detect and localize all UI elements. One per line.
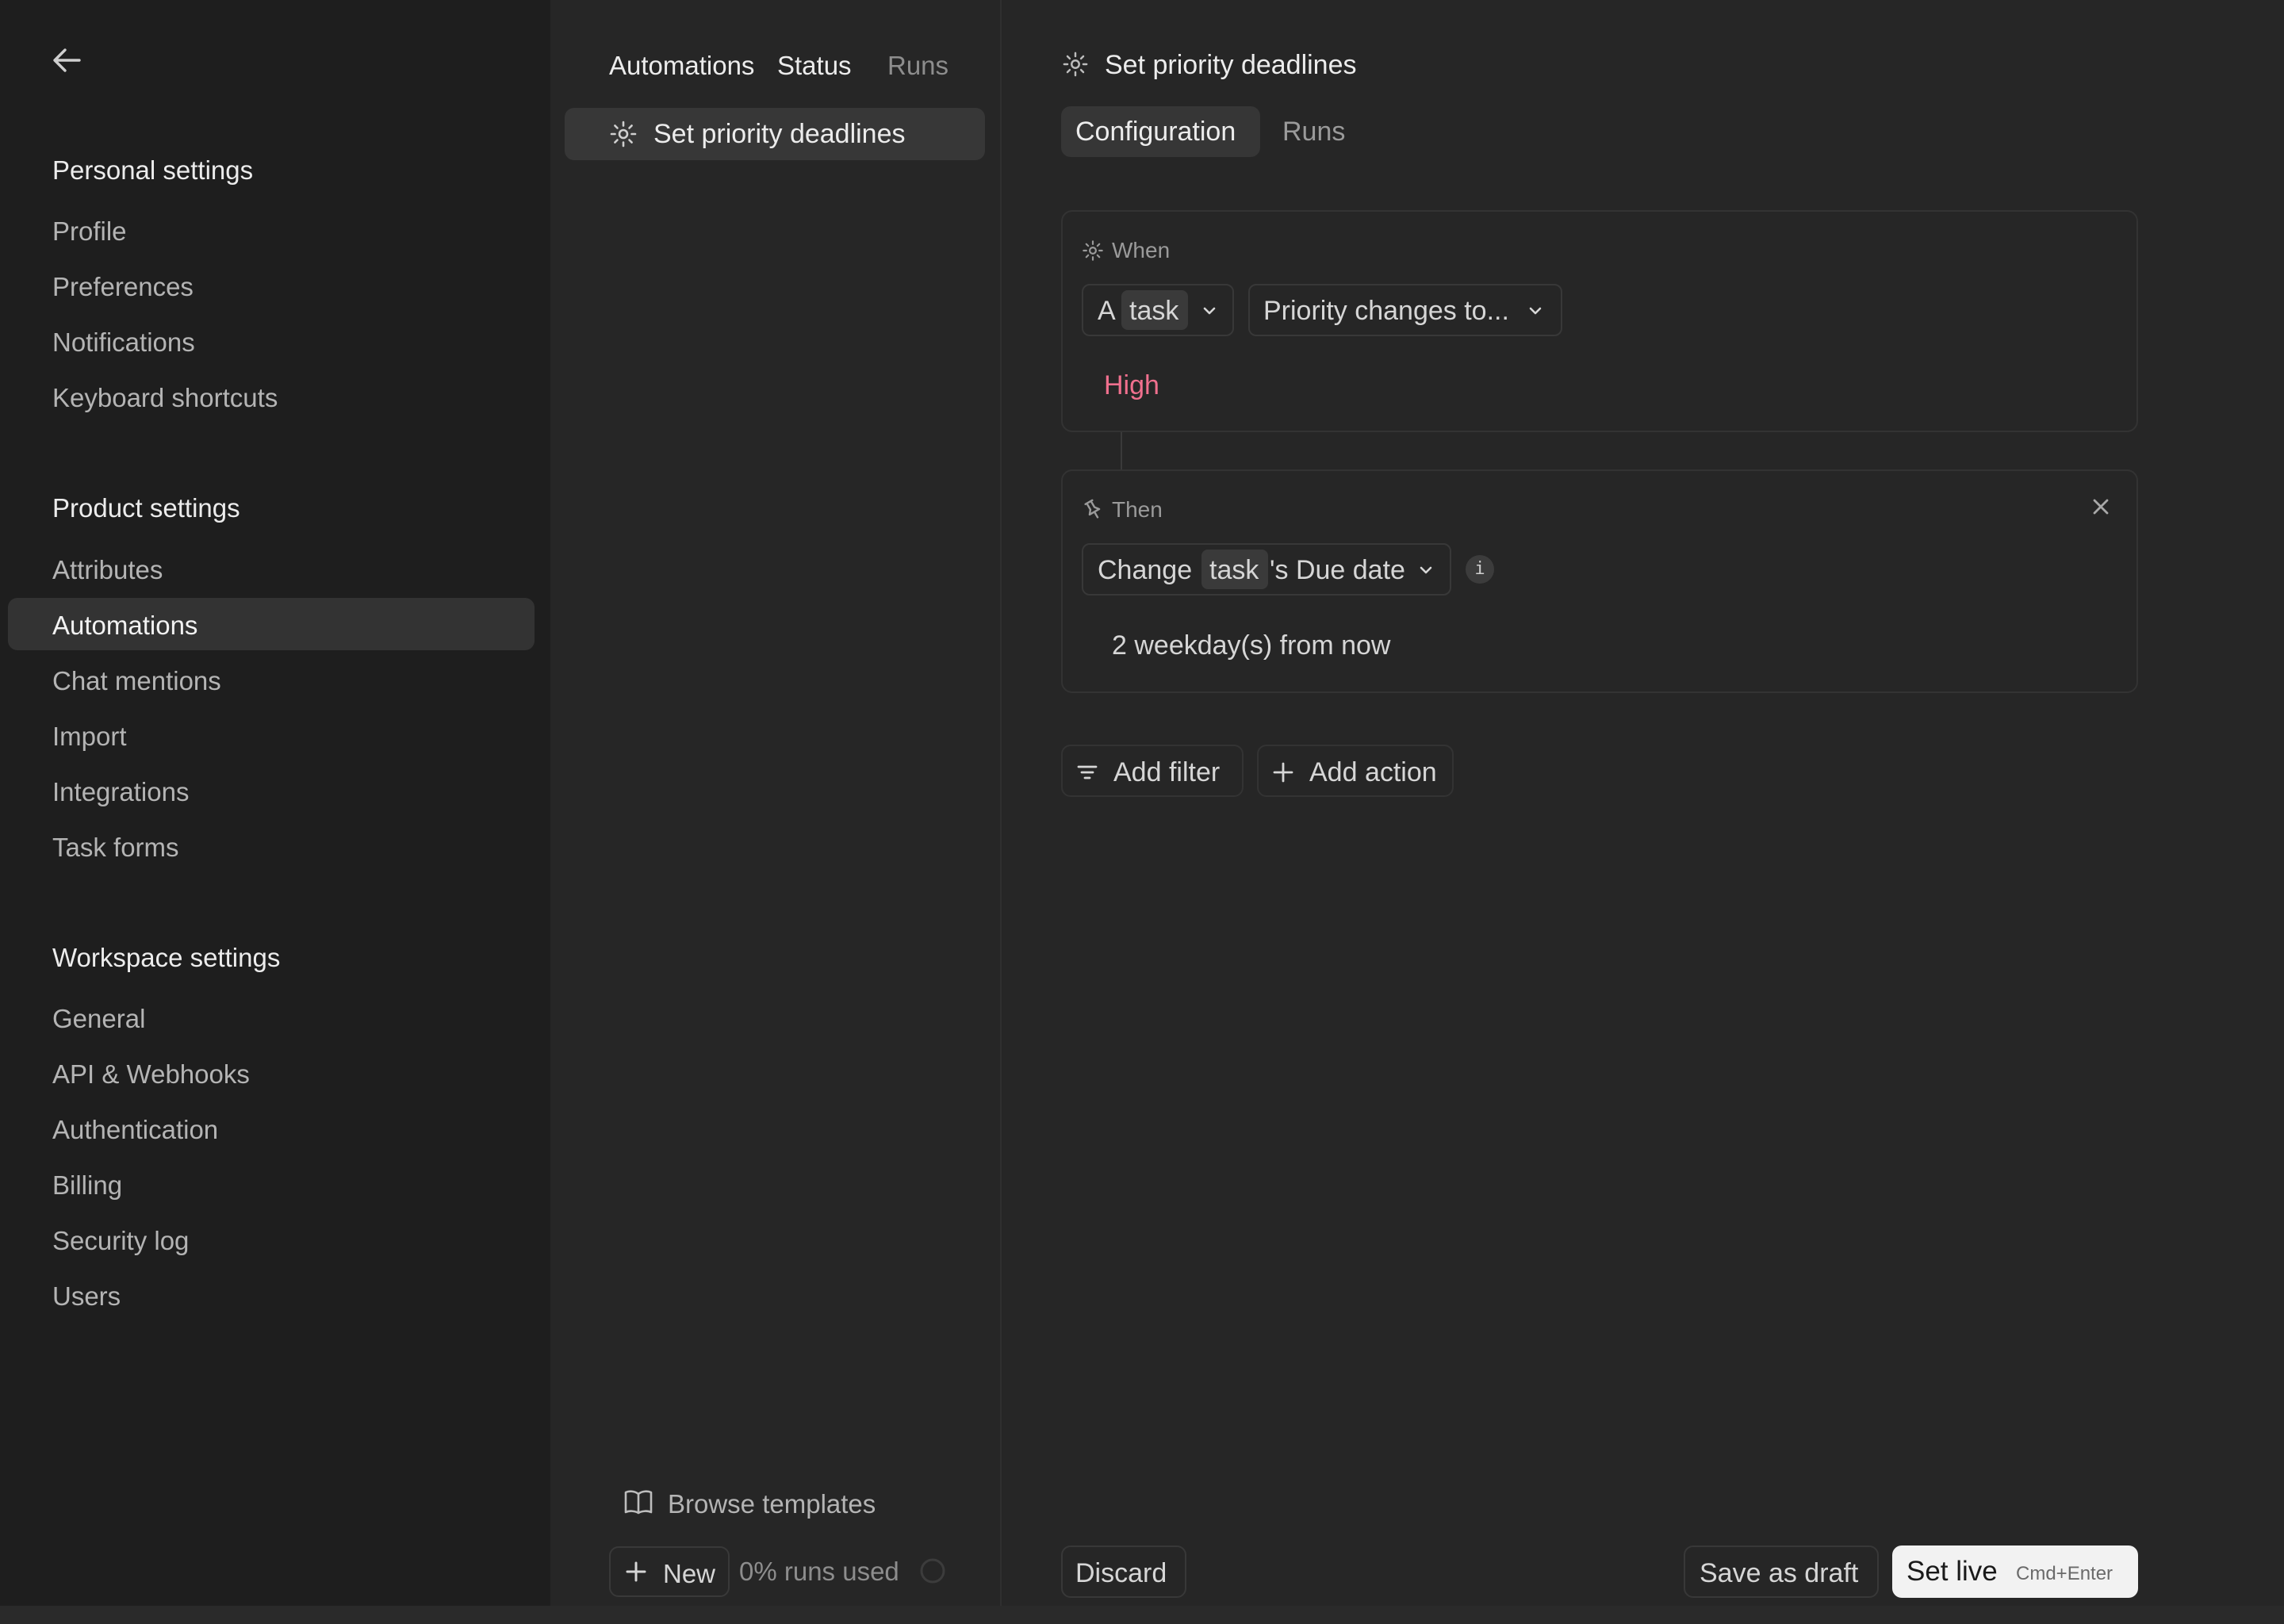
sidebar-item-attributes[interactable]: Attributes [52,555,163,585]
runs-used-text: 0% runs used [739,1557,899,1586]
sidebar-item-notifications[interactable]: Notifications [52,327,195,358]
trigger-subject-prefix: A [1098,296,1116,326]
tab-configuration-label: Configuration [1075,117,1236,147]
then-label: Then [1112,497,1163,522]
sidebar-item-automations[interactable]: Automations [52,611,197,641]
tab-runs-list[interactable]: Runs [887,51,948,81]
sidebar-item-users[interactable]: Users [52,1281,121,1312]
section-heading-personal: Personal settings [52,155,254,185]
filter-icon [1075,760,1099,784]
info-icon[interactable]: i [1466,555,1494,584]
sidebar-item-security-log[interactable]: Security log [52,1226,189,1256]
tab-automations[interactable]: Automations [609,51,754,81]
browse-templates-link[interactable]: Browse templates [668,1489,876,1519]
tab-runs[interactable]: Runs [1282,117,1345,147]
trigger-condition-label: Priority changes to... [1263,296,1509,326]
section-heading-workspace: Workspace settings [52,943,281,972]
chevron-down-icon [1201,302,1218,320]
when-label: When [1112,238,1171,262]
sidebar-item-integrations[interactable]: Integrations [52,777,189,807]
sidebar-item-general[interactable]: General [52,1004,145,1034]
step-connector [1121,432,1122,469]
chevron-down-icon [1417,561,1435,579]
add-action-label: Add action [1309,757,1437,787]
sun-icon [1062,51,1089,78]
set-live-shortcut: Cmd+Enter [2016,1563,2113,1584]
action-chip-label: task [1209,555,1259,585]
action-suffix: 's Due date [1270,555,1405,585]
discard-button[interactable]: Discard [1061,1545,1186,1598]
trigger-value-high[interactable]: High [1104,370,1159,401]
back-arrow-icon[interactable] [51,46,82,75]
sidebar-item-billing[interactable]: Billing [52,1170,122,1201]
chevron-down-icon [1527,302,1544,320]
add-action-button[interactable]: Add action [1257,745,1454,797]
automation-title: Set priority deadlines [1105,50,1357,80]
save-as-draft-button[interactable]: Save as draft [1684,1545,1879,1598]
automation-list-item-label: Set priority deadlines [653,119,906,149]
sidebar-item-authentication[interactable]: Authentication [52,1115,218,1145]
action-value[interactable]: 2 weekday(s) from now [1112,630,1390,661]
sidebar-item-keyboard-shortcuts[interactable]: Keyboard shortcuts [52,383,278,413]
plus-icon [625,1561,647,1583]
bottom-strip [0,1606,2284,1624]
sidebar-item-import[interactable]: Import [52,722,127,752]
action-prefix: Change [1098,555,1193,585]
discard-label: Discard [1075,1558,1167,1588]
sidebar-item-preferences[interactable]: Preferences [52,272,194,302]
save-as-draft-label: Save as draft [1700,1558,1859,1588]
set-live-button[interactable]: Set live Cmd+Enter [1892,1545,2138,1598]
sun-icon [609,120,638,148]
info-icon-glyph: i [1474,559,1485,579]
add-filter-button[interactable]: Add filter [1061,745,1244,797]
trigger-subject-chip-label: task [1129,296,1179,326]
plus-icon [1271,760,1295,784]
sidebar-item-api-webhooks[interactable]: API & Webhooks [52,1059,250,1090]
sidebar-item-profile[interactable]: Profile [52,216,127,247]
set-live-label: Set live [1907,1556,1998,1587]
automations-list-panel [550,0,1000,1606]
add-filter-label: Add filter [1113,757,1221,787]
sidebar-item-chat-mentions[interactable]: Chat mentions [52,666,221,696]
pin-icon [1082,498,1104,520]
sidebar-item-task-forms[interactable]: Task forms [52,833,179,863]
tab-status[interactable]: Status [777,51,852,81]
book-icon[interactable] [623,1488,653,1515]
close-icon[interactable] [2090,496,2111,517]
runs-usage-ring [919,1557,946,1584]
new-automation-button[interactable]: New [609,1546,730,1597]
new-button-label: New [663,1559,716,1588]
sun-icon [1082,239,1104,262]
section-heading-product: Product settings [52,493,240,523]
